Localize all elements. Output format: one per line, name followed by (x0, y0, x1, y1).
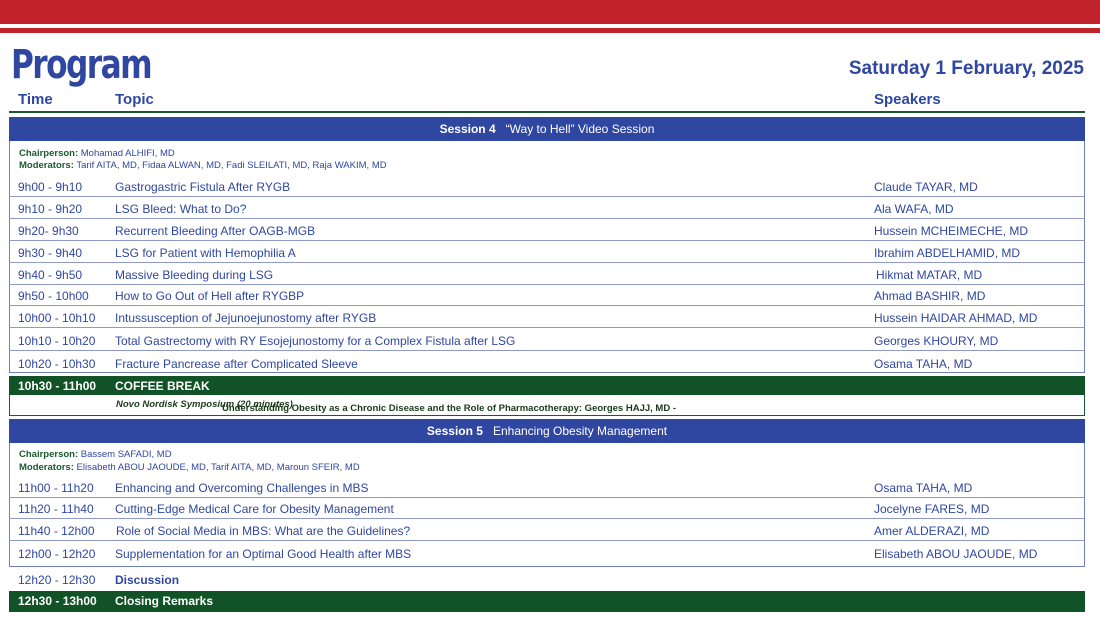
table-row: 10h00 - 10h10 Intussusception of Jejunoe… (9, 307, 1085, 328)
session-5-title: Enhancing Obesity Management (492, 424, 668, 438)
table-row: 10h20 - 10h30 Fracture Pancrease after C… (18, 357, 973, 371)
column-header-time: Time (18, 91, 53, 108)
table-row: 9h00 - 9h10 Gastrogastric Fistula After … (9, 176, 1085, 197)
program-date: Saturday 1 February, 2025 (848, 58, 1084, 79)
discussion-row: 12h20 - 12h30 Discussion (18, 573, 180, 587)
table-row: 10h10 - 10h20 Total Gastrectomy with RY … (9, 330, 1085, 351)
table-row: 11h00 - 11h20 Enhancing and Overcoming C… (9, 477, 1085, 498)
table-row: 11h40 - 12h00 Role of Social Media in MB… (9, 520, 1085, 541)
session-5-chair: Chairperson: Bassem SAFADI, MD (19, 449, 172, 460)
column-header-topic: Topic (115, 91, 154, 108)
table-row: 9h20- 9h30 Recurrent Bleeding After OAGB… (9, 220, 1085, 241)
closing-remarks-bar: 12h30 - 13h00 Closing Remarks (9, 591, 1085, 612)
symposium-row: Understanding Obesity as a Chronic Disea… (9, 395, 1085, 416)
session-4-moderators: Moderators: Tarif AITA, MD, Fidaa ALWAN,… (19, 160, 387, 171)
column-header-speakers: Speakers (874, 91, 941, 108)
session-4-title: “Way to Hell” Video Session (505, 122, 655, 136)
session-5-label: Session 5 (426, 424, 483, 438)
session-5-header: Session 5 Enhancing Obesity Management (9, 419, 1085, 443)
table-row: 9h10 - 9h20 LSG Bleed: What to Do? Ala W… (9, 198, 1085, 219)
top-red-band (0, 0, 1100, 24)
coffee-break-bar: 10h30 - 11h00 COFFEE BREAK (9, 376, 1085, 395)
header-divider (9, 111, 1085, 113)
session-4-chair: Chairperson: Mohamad ALHIFI, MD (19, 148, 175, 159)
page-title: Program (11, 42, 153, 88)
session-4-header: Session 4 “Way to Hell” Video Session (9, 117, 1085, 141)
table-row: 9h40 - 9h50 Massive Bleeding during LSG … (9, 264, 1085, 285)
table-row: 12h00 - 12h20 Supplementation for an Opt… (18, 547, 1038, 561)
table-row: 9h50 - 10h00 How to Go Out of Hell after… (9, 285, 1085, 306)
table-row: 11h20 - 11h40 Cutting-Edge Medical Care … (9, 498, 1085, 519)
top-red-stripe (0, 28, 1100, 33)
table-row: 9h30 - 9h40 LSG for Patient with Hemophi… (9, 242, 1085, 263)
session-4-label: Session 4 (439, 122, 496, 136)
session-5-moderators: Moderators: Elisabeth ABOU JAOUDE, MD, T… (19, 462, 360, 473)
